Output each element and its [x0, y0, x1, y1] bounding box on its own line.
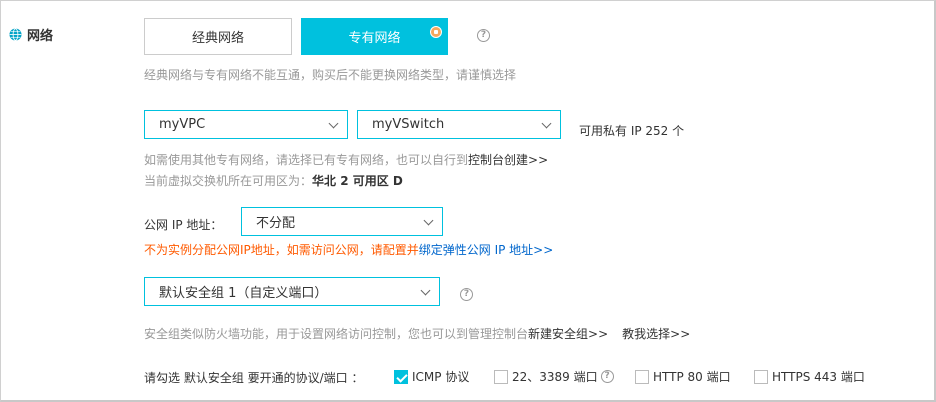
checkbox-icon[interactable] [635, 369, 649, 384]
protocol-option-http[interactable]: HTTP 80 端口 [635, 368, 731, 385]
vswitch-select[interactable]: myVSwitch [357, 110, 561, 139]
chevron-down-icon [420, 285, 431, 296]
security-group-hint-text: 安全组类似防火墙功能，用于设置网络访问控制，您也可以到管理控制台 [144, 327, 529, 341]
protocol-label: HTTPS 443 端口 [772, 370, 865, 384]
network-type-hint: 经典网络与专有网络不能互通，购买后不能更换网络类型，请谨慎选择 [144, 68, 517, 82]
vpc-network-label: 专有网络 [348, 31, 401, 46]
public-ip-warning: 不为实例分配公网IP地址，如需访问公网，请配置并绑定弹性公网 IP 地址>> [144, 241, 553, 258]
protocol-label: HTTP 80 端口 [653, 370, 731, 384]
security-group-select[interactable]: 默认安全组 1（自定义端口） [144, 277, 440, 306]
checkbox-icon[interactable] [494, 369, 508, 384]
bind-eip-link[interactable]: 绑定弹性公网 IP 地址>> [419, 243, 554, 257]
help-icon[interactable]: ? [600, 370, 614, 383]
section-title: 网络 [9, 25, 53, 44]
protocols-label: 请勾选 默认安全组 要开通的协议/端口 ： [144, 371, 364, 385]
globe-icon [9, 28, 22, 41]
vpc-hint-text: 如需使用其他专有网络，请选择已有专有网络，也可以自行到 [144, 153, 469, 167]
zone-hint-text: 当前虚拟交换机所在可用区为： [144, 174, 313, 188]
zone-hint: 当前虚拟交换机所在可用区为：华北 2 可用区 D [144, 172, 403, 189]
protocol-option-ssh-rdp[interactable]: 22、3389 端口 ? [494, 368, 614, 385]
chevron-down-icon [328, 118, 339, 129]
protocol-label: ICMP 协议 [412, 370, 470, 384]
checkbox-icon[interactable] [394, 369, 408, 384]
vpc-select[interactable]: myVPC [144, 110, 348, 139]
public-ip-label: 公网 IP 地址： [144, 218, 223, 232]
help-icon[interactable]: ? [477, 29, 490, 42]
checkbox-icon[interactable] [754, 369, 768, 384]
classic-network-label: 经典网络 [191, 31, 244, 46]
protocol-option-icmp[interactable]: ICMP 协议 [394, 368, 469, 385]
available-ip-text: 可用私有 IP 252 个 [579, 124, 685, 138]
protocol-label: 22、3389 端口 [512, 370, 598, 384]
protocol-option-https[interactable]: HTTPS 443 端口 [754, 368, 865, 385]
vpc-network-button[interactable]: 专有网络 [301, 18, 448, 55]
public-ip-select-value: 不分配 [256, 216, 296, 231]
vpc-hint: 如需使用其他专有网络，请选择已有专有网络，也可以自行到控制台创建>> [144, 151, 548, 168]
create-security-group-link[interactable]: 新建安全组>> [528, 327, 608, 341]
security-group-hint: 安全组类似防火墙功能，用于设置网络访问控制，您也可以到管理控制台新建安全组>> 教… [144, 325, 690, 342]
public-ip-warning-text: 不为实例分配公网IP地址，如需访问公网，请配置并 [144, 243, 419, 257]
vpc-select-value: myVPC [159, 117, 206, 132]
zone-value: 华北 2 可用区 D [312, 174, 403, 188]
public-ip-select[interactable]: 不分配 [241, 207, 443, 236]
vswitch-select-value: myVSwitch [372, 117, 445, 132]
new-badge-icon [430, 26, 442, 38]
classic-network-button[interactable]: 经典网络 [144, 18, 292, 55]
console-create-link[interactable]: 控制台创建>> [468, 153, 548, 167]
help-icon[interactable]: ? [460, 288, 473, 301]
security-group-select-value: 默认安全组 1（自定义端口） [159, 286, 328, 301]
chevron-down-icon [541, 118, 552, 129]
section-title-text: 网络 [27, 29, 54, 44]
teach-me-link[interactable]: 教我选择>> [622, 327, 690, 341]
chevron-down-icon [423, 215, 434, 226]
